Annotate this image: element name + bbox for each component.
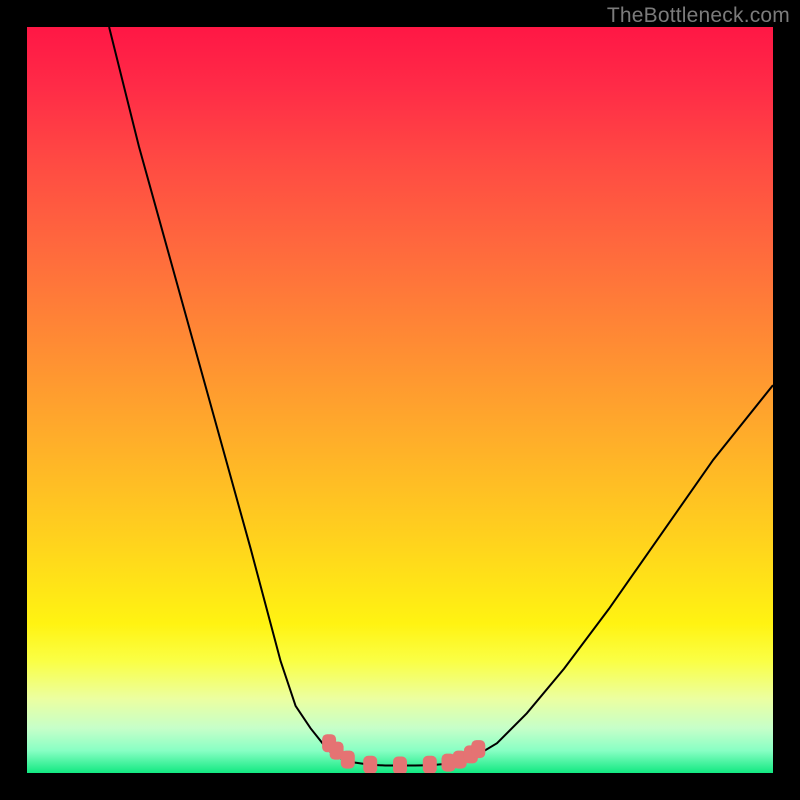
marker-group — [322, 734, 485, 773]
curve-svg — [27, 27, 773, 773]
marker-dot — [423, 756, 437, 773]
curve-group — [109, 27, 773, 766]
marker-dot — [363, 756, 377, 773]
chart-frame: TheBottleneck.com — [0, 0, 800, 800]
marker-dot — [341, 751, 355, 769]
marker-dot — [393, 757, 407, 774]
watermark-text: TheBottleneck.com — [607, 4, 790, 28]
bottleneck-curve — [109, 27, 773, 766]
marker-dot — [471, 740, 485, 758]
plot-area — [27, 27, 773, 773]
